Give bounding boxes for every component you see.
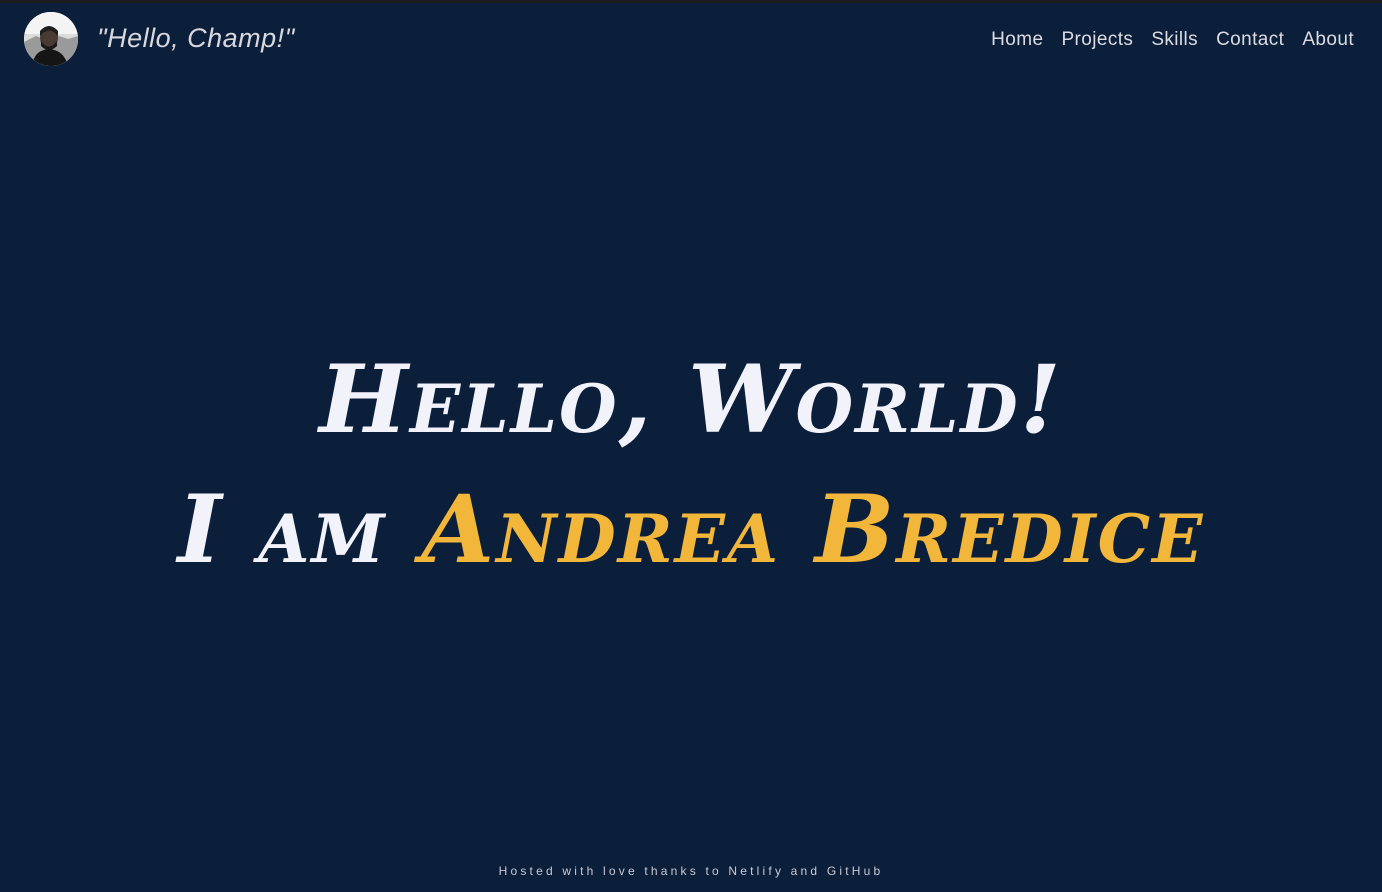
hero-section: Hello, World! I am Andrea Bredice [0, 340, 1382, 600]
hero-intro-prefix: I am [177, 475, 422, 585]
main-nav: Home Projects Skills Contact About [991, 29, 1354, 51]
site-greeting: "Hello, Champ!" [97, 23, 295, 53]
hero-heading-greeting: Hello, World! [319, 345, 1063, 455]
nav-link-skills[interactable]: Skills [1151, 29, 1198, 51]
avatar-photo-icon [24, 12, 78, 66]
nav-link-projects[interactable]: Projects [1061, 29, 1133, 51]
site-header: "Hello, Champ!" Home Projects Skills Con… [0, 3, 1382, 79]
site-footer: Hosted with love thanks to Netlify and G… [498, 864, 884, 878]
hero-name: Andrea Bredice [421, 475, 1205, 585]
nav-link-home[interactable]: Home [991, 29, 1043, 51]
avatar[interactable] [24, 12, 78, 66]
nav-link-contact[interactable]: Contact [1216, 29, 1284, 51]
nav-link-about[interactable]: About [1302, 29, 1354, 51]
hero-heading-intro: I am Andrea Bredice [0, 460, 1382, 600]
